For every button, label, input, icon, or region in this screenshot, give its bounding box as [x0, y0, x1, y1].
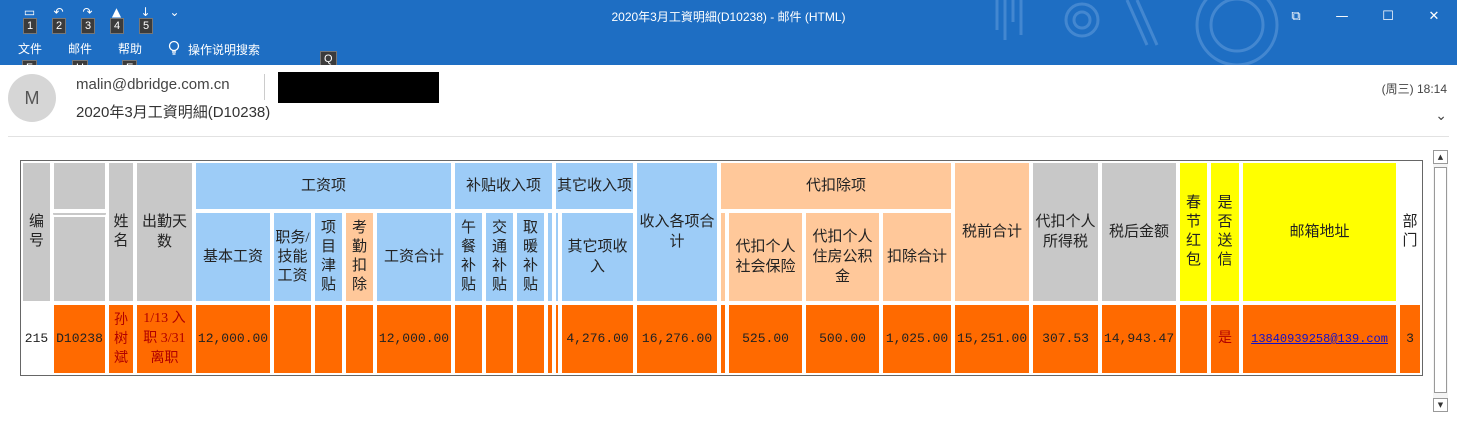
lightbulb-icon — [168, 40, 180, 59]
menu-file[interactable]: 文件 F — [18, 40, 43, 65]
cell-aftertax: 14,943.47 — [1100, 303, 1179, 375]
header-bonus: 春节红包 — [1178, 161, 1210, 303]
header-id: 编号 — [21, 161, 52, 303]
header-allowance-group: 补贴收入项 — [453, 161, 555, 211]
header-income-tax: 代扣个人 所得税 — [1031, 161, 1101, 303]
menu-help[interactable]: 帮助 E — [118, 40, 143, 65]
cell-other-income: 4,276.00 — [560, 303, 636, 375]
keytip: E — [122, 60, 138, 65]
message-subject: 2020年3月工資明細(D10238) — [76, 104, 271, 121]
scroll-down-arrow-icon[interactable]: ▼ — [1433, 398, 1448, 412]
cell-pretax-total: 15,251.00 — [953, 303, 1032, 375]
cell-deduct-total: 1,025.00 — [881, 303, 954, 375]
cell-id: 215 — [21, 303, 52, 375]
header-deduct-total: 扣除合计 — [881, 211, 954, 303]
scroll-thumb[interactable] — [1434, 167, 1447, 393]
redacted-recipient — [278, 72, 439, 103]
header-send-flag: 是否送信 — [1209, 161, 1242, 303]
cell-spacer — [719, 303, 728, 375]
scroll-up-arrow-icon[interactable]: ▲ — [1433, 150, 1448, 164]
maximize-button[interactable]: ☐ — [1365, 0, 1411, 32]
ribbon-menu: 文件 F 邮件 H 帮助 E 操作说明搜索 Q — [18, 40, 337, 65]
menu-file-label: 文件 — [18, 42, 43, 56]
tell-me-search[interactable]: 操作说明搜索 Q — [168, 40, 337, 65]
restore-box-button[interactable]: ⧉ — [1273, 0, 1319, 32]
sender-address[interactable]: malin@dbridge.com.cn — [76, 76, 230, 93]
cell-transport — [484, 303, 515, 375]
header-deduct-group: 代扣除项 — [719, 161, 954, 211]
cell-income-total: 16,276.00 — [635, 303, 720, 375]
cell-project — [313, 303, 344, 375]
header-basic: 基本工资 — [194, 211, 272, 303]
close-button[interactable]: ✕ — [1411, 0, 1457, 32]
cell-meal — [453, 303, 484, 375]
header-transport: 交通补贴 — [484, 211, 515, 303]
salary-table: 编号 姓名 出勤天数 工资项 补贴收入项 其它收入项 收入各项合计 代扣除项 税… — [20, 160, 1424, 376]
cell-attendance: 1/13 入职 3/31 离职 — [135, 303, 194, 375]
header-other-group: 其它收入项 — [554, 161, 636, 211]
header-housing-fund: 代扣个人住房公积金 — [804, 211, 882, 303]
cell-send-flag: 是 — [1209, 303, 1242, 375]
cell-spacer — [546, 303, 555, 375]
cell-position — [272, 303, 313, 375]
title-bar: ▭ 1 ↶ 2 ↷ 3 ▲ 4 ↓ 5 ⌄ 2020年3月工資明細(D10238… — [0, 0, 1457, 65]
search-label: 操作说明搜索 — [188, 43, 261, 57]
header-project: 项目津贴 — [313, 211, 344, 303]
cell-dept: 3 — [1398, 303, 1423, 375]
cell-basic: 12,000.00 — [194, 303, 272, 375]
cell-social-insurance: 525.00 — [727, 303, 805, 375]
header-income-total: 收入各项合计 — [635, 161, 720, 303]
header-attendance-deduct: 考勤扣除 — [344, 211, 375, 303]
avatar[interactable]: M — [8, 74, 56, 122]
header-heating: 取暖补贴 — [515, 211, 546, 303]
header-social-insurance: 代扣个人社会保险 — [727, 211, 805, 303]
header-spacer — [546, 211, 555, 303]
cell-heating — [515, 303, 546, 375]
menu-help-label: 帮助 — [118, 42, 143, 56]
header-name: 姓名 — [107, 161, 135, 303]
cell-bonus — [1178, 303, 1210, 375]
cell-income-tax: 307.53 — [1031, 303, 1101, 375]
cell-emp-code: D10238 — [52, 303, 107, 375]
cell-housing-fund: 500.00 — [804, 303, 882, 375]
header-attendance: 出勤天数 — [135, 161, 194, 303]
cell-name: 孙树斌 — [107, 303, 135, 375]
header-dept: 部门 — [1398, 161, 1423, 303]
window-title: 2020年3月工資明細(D10238) - 邮件 (HTML) — [611, 10, 846, 24]
header-salary-group: 工资项 — [194, 161, 453, 211]
header-meal: 午餐补贴 — [453, 211, 484, 303]
header-email: 邮箱地址 — [1241, 161, 1399, 303]
cell-attendance-deduct — [344, 303, 375, 375]
cell-salary-total: 12,000.00 — [375, 303, 453, 375]
header-pretax-total: 税前合计 — [953, 161, 1032, 303]
header-blank-lower — [52, 211, 107, 303]
header-aftertax: 税后金额 — [1100, 161, 1179, 303]
menu-mail-label: 邮件 — [68, 42, 93, 56]
message-datetime: (周三) 18:14 — [1381, 82, 1447, 96]
header-blank — [52, 161, 107, 211]
divider — [264, 74, 265, 100]
expand-header-button[interactable]: ⌄ — [1435, 108, 1447, 124]
cell-email-link[interactable]: 13840939258@139.com — [1241, 303, 1399, 375]
chevron-down-icon: ⌄ — [1435, 108, 1447, 124]
vertical-scrollbar[interactable]: ▲ ▼ — [1433, 150, 1448, 412]
header-spacer — [719, 211, 728, 303]
minimize-button[interactable]: — — [1319, 0, 1365, 32]
header-divider — [8, 136, 1449, 137]
keytip: Q — [320, 51, 337, 65]
header-other-income: 其它项收入 — [560, 211, 636, 303]
header-position: 职务/技能工资 — [272, 211, 313, 303]
keytip: H — [72, 60, 88, 65]
keytip: F — [22, 60, 37, 65]
header-salary-total: 工资合计 — [375, 211, 453, 303]
menu-mail[interactable]: 邮件 H — [68, 40, 93, 65]
window-controls: ⧉ — ☐ ✕ — [1273, 0, 1457, 32]
